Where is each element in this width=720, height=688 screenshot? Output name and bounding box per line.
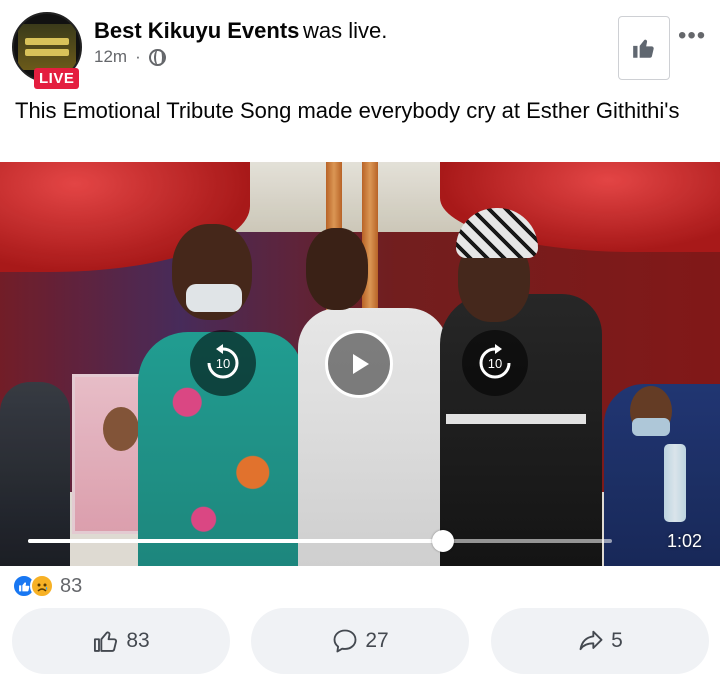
meta-separator: · (135, 47, 141, 66)
progress-bar[interactable] (28, 539, 612, 543)
like-count: 83 (126, 629, 150, 652)
more-options-icon[interactable]: ••• (678, 24, 706, 48)
progress-fill (28, 539, 443, 543)
comment-button[interactable]: 27 (251, 608, 469, 674)
video-duration: 1:02 (667, 531, 703, 551)
forward-icon: 10 (479, 344, 511, 379)
rewind-label: 10 (216, 356, 230, 371)
play-icon (353, 354, 369, 374)
thumbs-up-icon (633, 39, 654, 58)
page-name-link[interactable]: Best Kikuyu Events (94, 18, 299, 44)
like-button[interactable]: 83 (12, 608, 230, 674)
share-button[interactable]: 5 (491, 608, 709, 674)
post-actions: 83 27 5 (0, 608, 720, 674)
post-caption: This Emotional Tribute Song made everybo… (15, 98, 680, 123)
like-page-button[interactable] (618, 16, 670, 80)
share-arrow-icon (579, 630, 603, 651)
comment-count: 27 (365, 629, 389, 652)
forward-10-button[interactable]: 10 (462, 330, 528, 396)
rewind-icon: 10 (207, 344, 239, 379)
reactions-summary[interactable]: 83 (12, 572, 82, 600)
live-badge: LIVE (34, 68, 80, 89)
post-timestamp[interactable]: 12m (94, 47, 127, 67)
comment-icon (333, 629, 357, 653)
reaction-count: 83 (60, 574, 83, 597)
page-avatar[interactable]: LIVE (12, 12, 82, 89)
video-player[interactable]: 10 10 1:02 (0, 162, 720, 566)
share-count: 5 (611, 629, 623, 652)
post-status-text: was live. (303, 18, 388, 43)
play-button[interactable] (325, 330, 393, 398)
post-meta: 12m · (94, 47, 166, 67)
thumbs-up-outline-icon (94, 631, 118, 652)
rewind-10-button[interactable]: 10 (190, 330, 256, 396)
globe-icon (148, 48, 166, 66)
sad-reaction-icon (30, 574, 54, 598)
progress-scrubber[interactable] (431, 530, 454, 552)
post-header: LIVE Best Kikuyu Events was live. 12m · … (0, 0, 720, 96)
forward-label: 10 (488, 356, 502, 371)
